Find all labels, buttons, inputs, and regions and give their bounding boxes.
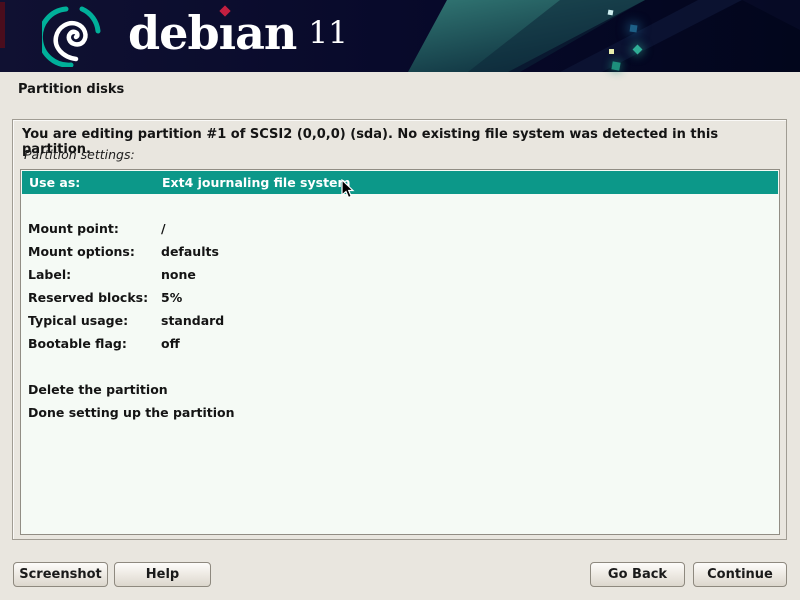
row-value: defaults [161,244,219,259]
page-title: Partition disks [18,82,124,97]
row-label: Use as: [29,175,80,190]
row-label-setting[interactable]: Label: none [21,263,779,286]
row-label: Mount options: [28,244,135,259]
row-blank-1 [21,194,779,217]
brand-wordmark: debıan 11 [128,10,348,56]
partition-settings-list[interactable]: Use as: Ext4 journaling file system Moun… [20,169,780,535]
banner-square-light [608,10,614,16]
row-bootable-flag[interactable]: Bootable flag: off [21,332,779,355]
row-mount-options[interactable]: Mount options: defaults [21,240,779,263]
banner-square-blue [630,25,638,33]
banner: debıan 11 [0,0,800,72]
banner-square-teal-bottom [611,61,620,70]
row-value: standard [161,313,224,328]
content-frame: You are editing partition #1 of SCSI2 (0… [12,119,787,540]
banner-decoration [0,0,800,72]
go-back-button[interactable]: Go Back [590,562,685,587]
row-use-as[interactable]: Use as: Ext4 journaling file system [22,171,778,194]
debian-logo-icon [42,5,104,67]
brand-red-diamond [219,5,230,16]
row-done-partition[interactable]: Done setting up the partition [21,401,779,424]
row-delete-partition[interactable]: Delete the partition [21,378,779,401]
installer-window: debıan 11 Partition disks You are editin… [0,0,800,600]
row-label: Label: [28,267,71,282]
row-mount-point[interactable]: Mount point: / [21,217,779,240]
row-value: 5% [161,290,182,305]
row-label: Reserved blocks: [28,290,148,305]
row-blank-2 [21,355,779,378]
help-button[interactable]: Help [114,562,211,587]
brand-version: 11 [308,18,347,49]
partition-settings-label: Partition settings: [24,147,135,162]
mouse-cursor-icon [341,179,355,199]
row-value: / [161,221,166,236]
row-label: Bootable flag: [28,336,127,351]
row-value: Ext4 journaling file system [162,175,351,190]
row-label: Done setting up the partition [28,405,235,420]
continue-button[interactable]: Continue [693,562,787,587]
row-typical-usage[interactable]: Typical usage: standard [21,309,779,332]
row-label: Typical usage: [28,313,128,328]
screenshot-button[interactable]: Screenshot [13,562,108,587]
row-value: none [161,267,196,282]
row-value: off [161,336,180,351]
info-text: You are editing partition #1 of SCSI2 (0… [22,127,777,157]
row-reserved-blocks[interactable]: Reserved blocks: 5% [21,286,779,309]
row-label: Mount point: [28,221,119,236]
brand-text: debıan [128,10,296,56]
banner-square-yellow [609,49,614,54]
row-label: Delete the partition [28,382,168,397]
